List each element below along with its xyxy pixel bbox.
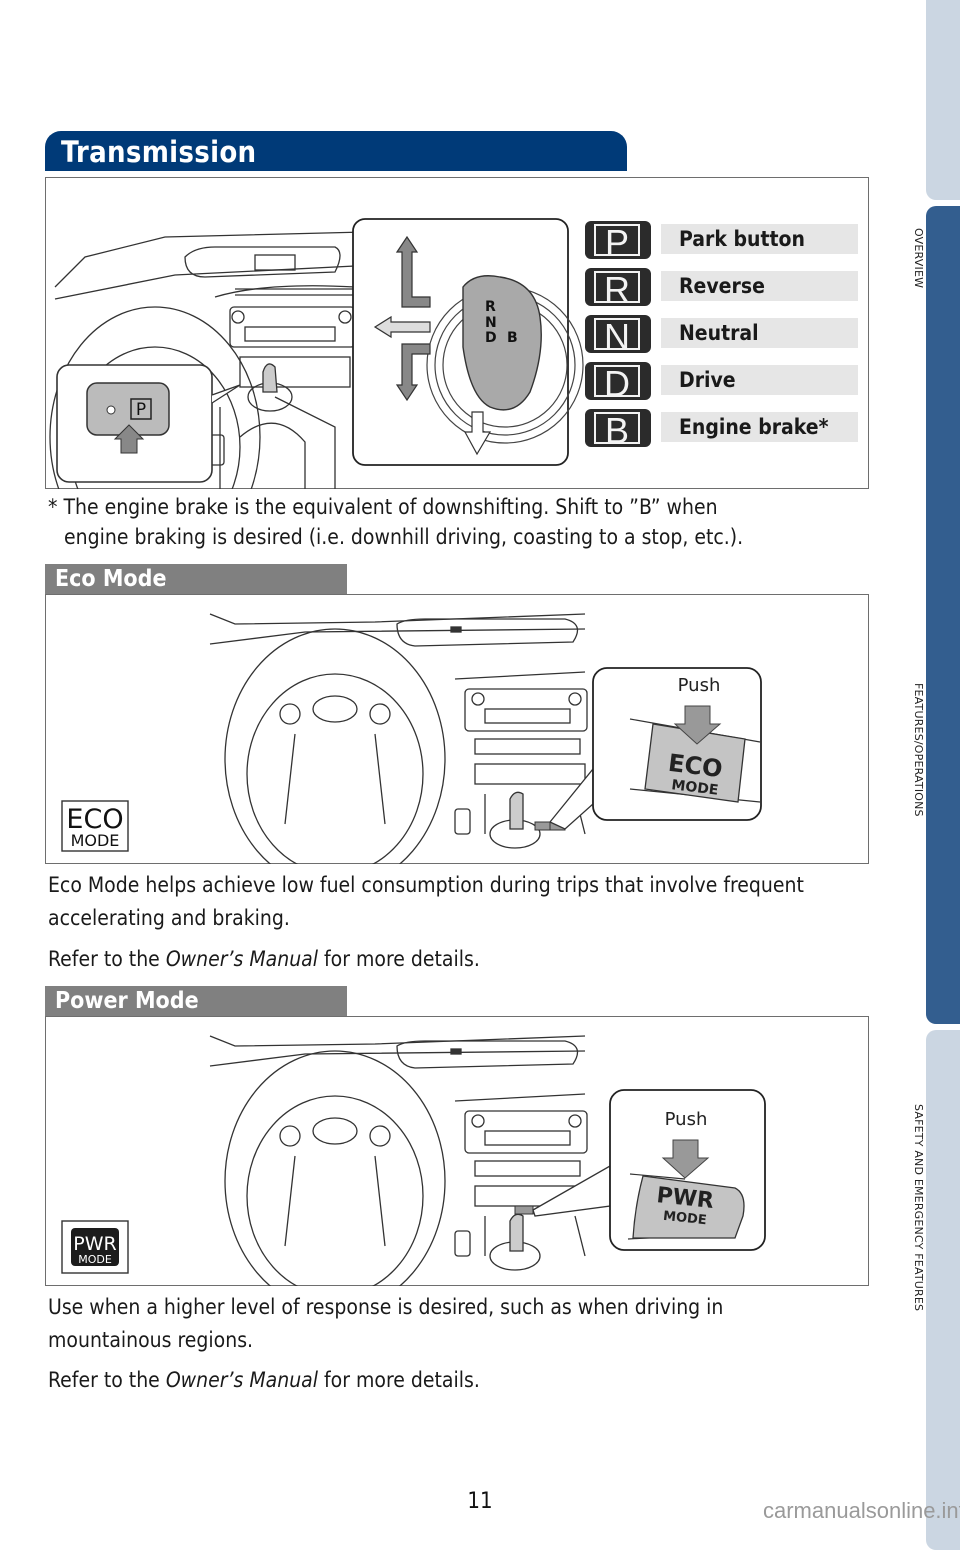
- shifter-letter-d: D: [485, 330, 497, 346]
- engine-brake-footnote: * The engine brake is the equivalent of …: [48, 492, 878, 552]
- owners-manual-reference: Owner’s Manual: [165, 947, 319, 971]
- eco-mode-illustration-frame: Push ECO MODE ECO MODE: [45, 594, 869, 864]
- shifter-letter-r: R: [485, 299, 496, 315]
- gear-r-icon: R: [585, 268, 651, 308]
- footnote-line-2: engine braking is desired (i.e. downhill…: [64, 525, 744, 549]
- power-mode-description: Use when a higher level of response is d…: [48, 1295, 724, 1352]
- side-tab-overview[interactable]: [926, 0, 960, 200]
- eco-push-label: Push: [678, 675, 721, 696]
- transmission-illustration-frame: P R N D B P Park button R Reverse N Neut…: [45, 177, 869, 489]
- side-tab-features-operations[interactable]: [926, 206, 960, 1024]
- side-tab-safety-emergency[interactable]: [926, 1030, 960, 1550]
- power-refer-text: Refer to the Owner’s Manual for more det…: [48, 1364, 480, 1397]
- pwr-icon-text-2: MODE: [78, 1253, 112, 1266]
- gear-row-neutral: N Neutral: [585, 315, 860, 355]
- refer-prefix: Refer to the: [48, 947, 166, 971]
- side-tab-label-safety: SAFETY AND EMERGENCY FEATURES: [912, 1104, 925, 1312]
- refer-suffix: for more details.: [318, 1368, 480, 1392]
- owners-manual-reference: Owner’s Manual: [165, 1368, 319, 1392]
- side-tab-label-features: FEATURES/OPERATIONS: [912, 683, 925, 817]
- gear-row-park: P Park button: [585, 221, 860, 261]
- pwr-push-label: Push: [665, 1109, 708, 1130]
- eco-refer-text: Refer to the Owner’s Manual for more det…: [48, 943, 480, 976]
- shifter-letter-n: N: [485, 315, 497, 331]
- side-tab-label-overview: OVERVIEW: [912, 228, 925, 289]
- refer-suffix: for more details.: [318, 947, 480, 971]
- gear-row-drive: D Drive: [585, 362, 860, 402]
- watermark: carmanualsonline.info: [763, 1498, 960, 1523]
- gear-label-drive: Drive: [661, 365, 858, 395]
- gear-label-engine-brake: Engine brake*: [661, 412, 858, 442]
- gear-row-engine-brake: B Engine brake*: [585, 409, 860, 449]
- gear-p-icon: P: [585, 221, 651, 261]
- power-mode-illustration-frame: Push PWR MODE PWR MODE: [45, 1016, 869, 1286]
- gear-n-icon: N: [585, 315, 651, 355]
- gear-row-reverse: R Reverse: [585, 268, 860, 308]
- footnote-line-1: * The engine brake is the equivalent of …: [48, 495, 718, 519]
- gear-label-park: Park button: [661, 224, 858, 254]
- park-button-symbol: P: [136, 400, 146, 420]
- eco-icon-text-2: MODE: [71, 831, 120, 850]
- gear-label-reverse: Reverse: [661, 271, 858, 301]
- eco-mode-description: Eco Mode helps achieve low fuel consumpt…: [48, 873, 804, 930]
- refer-prefix: Refer to the: [48, 1368, 166, 1392]
- eco-dashboard-illustration: Push ECO MODE ECO MODE: [61, 613, 762, 864]
- power-dashboard-illustration: Push PWR MODE PWR MODE: [61, 1035, 766, 1286]
- section-title-transmission: Transmission: [45, 131, 627, 171]
- shift-lever-knob: [462, 275, 542, 411]
- shifter-letter-b: B: [507, 330, 518, 346]
- gear-label-neutral: Neutral: [661, 318, 858, 348]
- section-title-power-mode: Power Mode: [45, 986, 347, 1016]
- gear-b-icon: B: [585, 409, 651, 449]
- gear-d-icon: D: [585, 362, 651, 402]
- section-title-eco-mode: Eco Mode: [45, 564, 347, 594]
- pwr-icon-text-1: PWR: [73, 1233, 116, 1255]
